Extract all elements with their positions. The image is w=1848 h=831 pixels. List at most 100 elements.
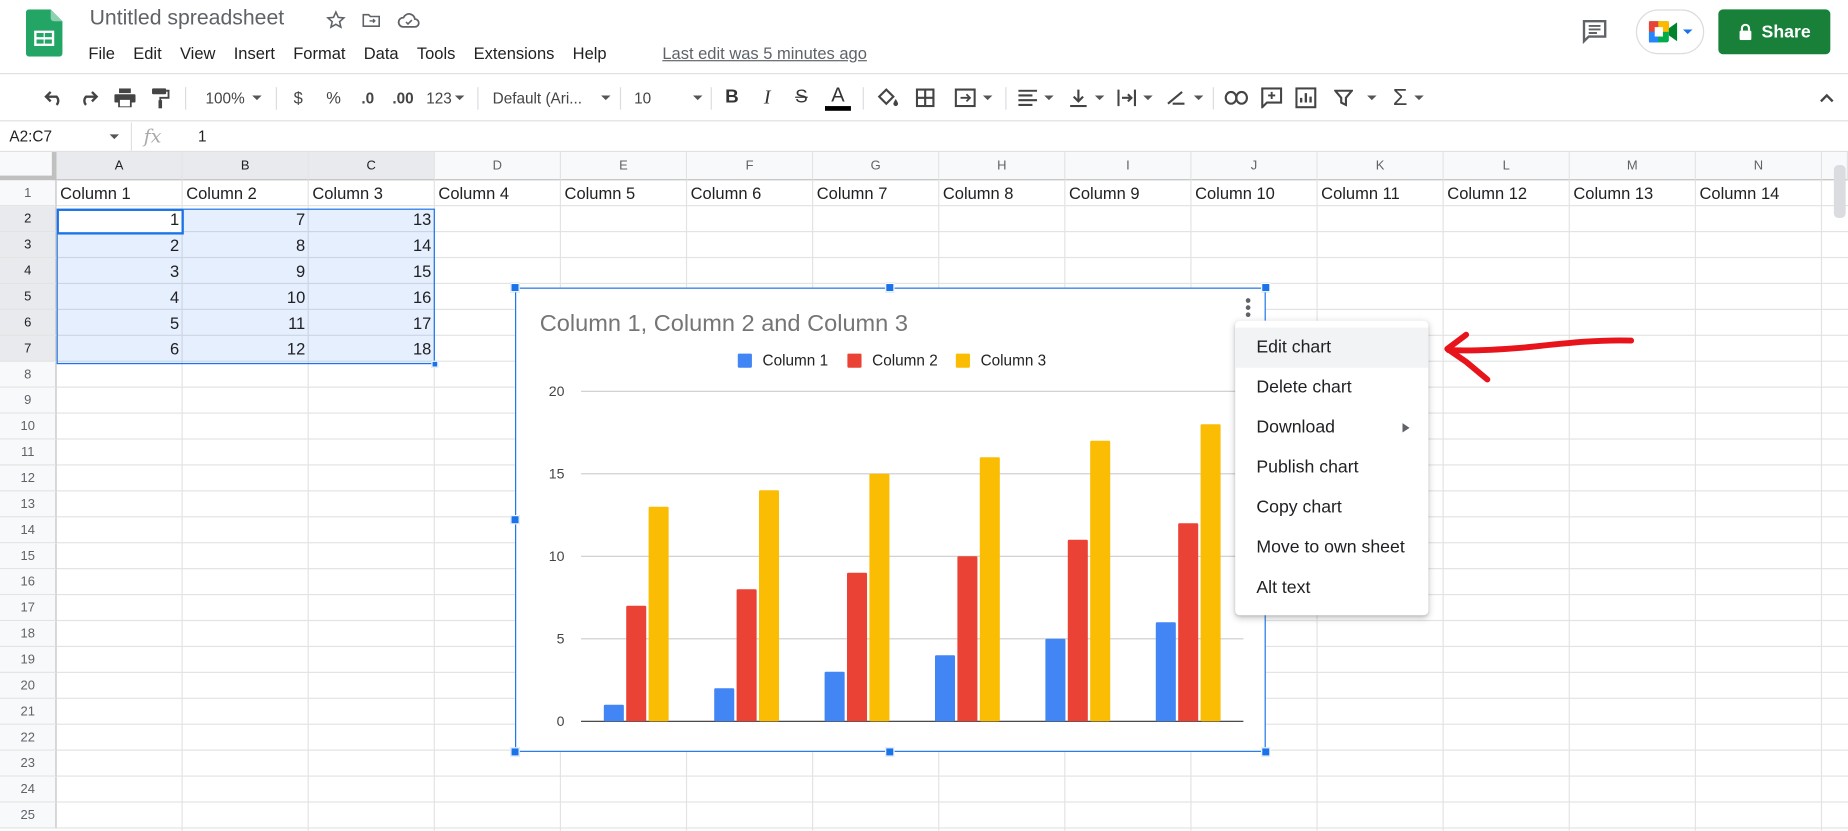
row-header-15[interactable]: 15 xyxy=(0,543,57,570)
row-header-10[interactable]: 10 xyxy=(0,413,57,440)
data-cell[interactable]: 12 xyxy=(183,336,309,362)
data-cell[interactable]: 9 xyxy=(183,258,309,284)
bold-button[interactable]: B xyxy=(721,85,742,111)
strikethrough-button[interactable]: S xyxy=(791,85,812,111)
header-cell[interactable]: Column 9 xyxy=(1065,180,1191,206)
data-cell[interactable]: 7 xyxy=(183,206,309,232)
last-edit-link[interactable]: Last edit was 5 minutes ago xyxy=(662,42,867,63)
menu-item-edit-chart[interactable]: Edit chart xyxy=(1235,327,1429,368)
menu-file[interactable]: File xyxy=(88,42,115,63)
header-cell[interactable]: Column 2 xyxy=(183,180,309,206)
font-size-select[interactable]: 10 xyxy=(634,85,703,111)
column-header-j[interactable]: J xyxy=(1191,152,1318,181)
header-cell[interactable]: Column 8 xyxy=(939,180,1065,206)
data-cell[interactable]: 16 xyxy=(309,284,435,310)
data-cell[interactable]: 4 xyxy=(57,284,183,310)
resize-handle[interactable] xyxy=(510,515,520,525)
filter-icon[interactable] xyxy=(1332,85,1379,111)
row-header-18[interactable]: 18 xyxy=(0,621,57,648)
resize-handle[interactable] xyxy=(1261,747,1271,757)
column-header-i[interactable]: I xyxy=(1065,152,1192,181)
column-header-h[interactable]: H xyxy=(939,152,1066,181)
row-header-23[interactable]: 23 xyxy=(0,750,57,777)
row-header-20[interactable]: 20 xyxy=(0,672,57,699)
text-rotation-icon[interactable] xyxy=(1164,85,1204,111)
header-cell[interactable]: Column 10 xyxy=(1192,180,1318,206)
data-cell[interactable]: 1 xyxy=(57,206,183,232)
meet-button[interactable] xyxy=(1635,9,1705,55)
header-cell[interactable]: Column 3 xyxy=(309,180,435,206)
row-header-19[interactable]: 19 xyxy=(0,647,57,673)
cloud-status-icon[interactable] xyxy=(397,8,421,32)
menu-item-move-to-own-sheet[interactable]: Move to own sheet xyxy=(1235,528,1428,568)
vertical-align-icon[interactable] xyxy=(1067,85,1107,111)
data-cell[interactable]: 18 xyxy=(309,336,435,362)
text-wrapping-icon[interactable] xyxy=(1115,85,1155,111)
row-header-16[interactable]: 16 xyxy=(0,569,57,596)
menu-item-publish-chart[interactable]: Publish chart xyxy=(1235,448,1428,488)
menu-edit[interactable]: Edit xyxy=(133,42,161,63)
undo-icon[interactable] xyxy=(42,85,66,111)
chart-container[interactable]: Column 1, Column 2 and Column 3 Column 1… xyxy=(515,287,1266,752)
row-header-9[interactable]: 9 xyxy=(0,387,57,414)
column-header-e[interactable]: E xyxy=(560,152,688,181)
insert-link-icon[interactable] xyxy=(1223,85,1249,111)
resize-handle[interactable] xyxy=(885,747,895,757)
share-button[interactable]: Share xyxy=(1718,9,1831,55)
menu-item-delete-chart[interactable]: Delete chart xyxy=(1235,368,1428,408)
column-header-c[interactable]: C xyxy=(308,152,435,181)
menu-format[interactable]: Format xyxy=(293,42,345,63)
name-box[interactable]: A2:C7 xyxy=(0,122,132,151)
percent-format-button[interactable]: % xyxy=(324,85,343,111)
resize-handle[interactable] xyxy=(510,747,520,757)
data-cell[interactable]: 10 xyxy=(183,284,309,310)
header-cell[interactable]: Column 12 xyxy=(1444,180,1570,206)
data-cell[interactable]: 6 xyxy=(57,336,183,362)
currency-format-button[interactable]: $ xyxy=(289,85,308,111)
paint-format-icon[interactable] xyxy=(148,85,172,111)
row-header-2[interactable]: 2 xyxy=(0,206,57,233)
column-header-l[interactable]: L xyxy=(1443,152,1570,181)
data-cell[interactable]: 3 xyxy=(57,258,183,284)
row-header-6[interactable]: 6 xyxy=(0,309,57,336)
row-header-3[interactable]: 3 xyxy=(0,232,57,259)
header-cell[interactable]: Column 5 xyxy=(561,180,687,206)
menu-insert[interactable]: Insert xyxy=(234,42,275,63)
print-icon[interactable] xyxy=(113,85,137,111)
italic-button[interactable]: I xyxy=(757,85,778,111)
fill-color-icon[interactable] xyxy=(874,85,900,111)
column-header-n[interactable]: N xyxy=(1695,152,1823,181)
menu-data[interactable]: Data xyxy=(364,42,399,63)
row-header-5[interactable]: 5 xyxy=(0,284,57,310)
number-format-select[interactable]: 123 xyxy=(425,85,465,111)
select-all-corner[interactable] xyxy=(0,152,57,181)
row-header-7[interactable]: 7 xyxy=(0,335,57,362)
header-cell[interactable]: Column 13 xyxy=(1570,180,1696,206)
sheets-logo-icon[interactable] xyxy=(25,9,63,57)
row-header-13[interactable]: 13 xyxy=(0,491,57,518)
column-header-d[interactable]: D xyxy=(434,152,561,181)
row-header-21[interactable]: 21 xyxy=(0,698,57,725)
data-cell[interactable]: 15 xyxy=(309,258,435,284)
menu-item-copy-chart[interactable]: Copy chart xyxy=(1235,488,1428,528)
header-cell[interactable]: Column 1 xyxy=(57,180,183,206)
data-cell[interactable]: 2 xyxy=(57,232,183,258)
menu-tools[interactable]: Tools xyxy=(417,42,456,63)
vertical-scrollbar[interactable] xyxy=(1833,164,1846,219)
header-cell[interactable]: Column 7 xyxy=(813,180,939,206)
row-header-22[interactable]: 22 xyxy=(0,724,57,751)
data-cell[interactable]: 17 xyxy=(309,310,435,336)
document-title[interactable]: Untitled spreadsheet xyxy=(90,6,285,31)
data-cell[interactable]: 13 xyxy=(309,206,435,232)
functions-button[interactable]: Σ xyxy=(1388,84,1428,111)
decrease-decimal-button[interactable]: .0 xyxy=(356,85,380,111)
comment-history-icon[interactable] xyxy=(1580,16,1608,45)
header-cell[interactable]: Column 6 xyxy=(687,180,813,206)
move-folder-icon[interactable] xyxy=(359,8,383,32)
column-header-f[interactable]: F xyxy=(687,152,814,181)
column-header-k[interactable]: K xyxy=(1317,152,1444,181)
menu-help[interactable]: Help xyxy=(573,42,607,63)
insert-chart-icon[interactable] xyxy=(1294,85,1318,111)
formula-input[interactable]: 1 xyxy=(198,127,207,145)
header-cell[interactable]: Column 11 xyxy=(1318,180,1444,206)
